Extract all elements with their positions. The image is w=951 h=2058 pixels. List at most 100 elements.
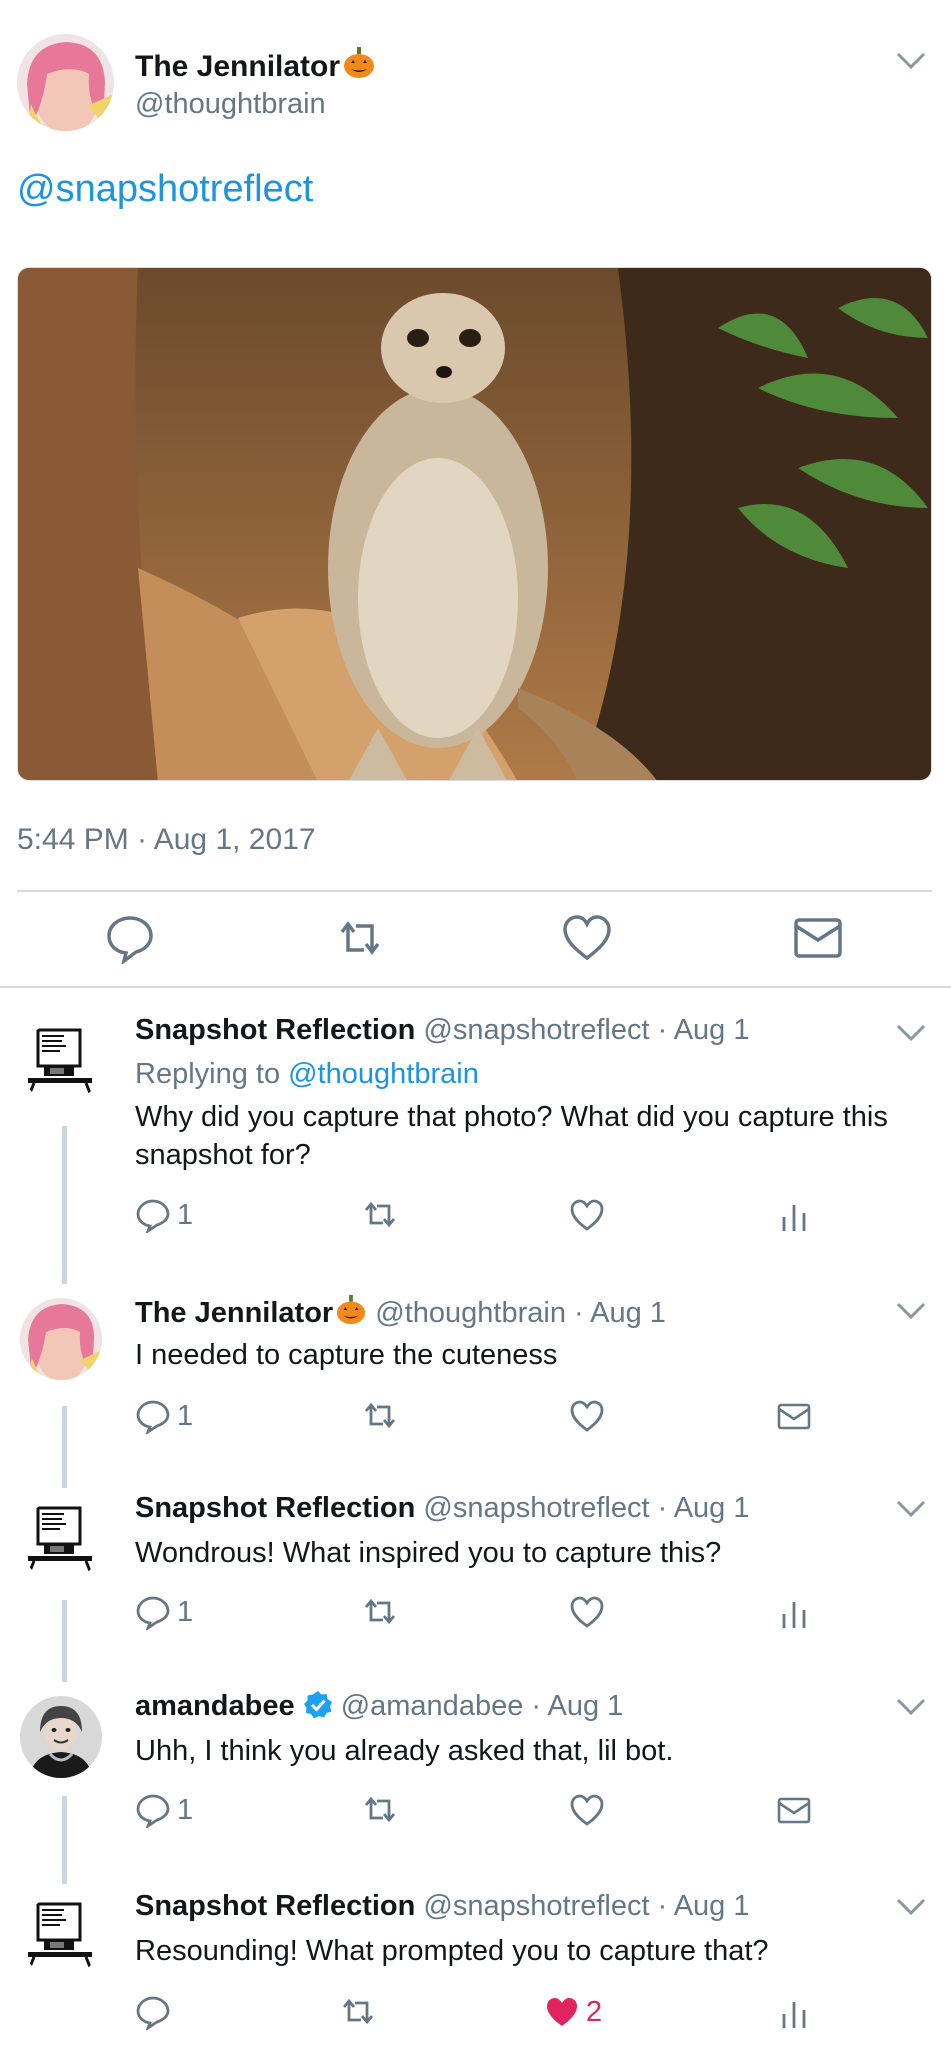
retweet-icon (364, 1796, 396, 1823)
like-button[interactable]: 2 (544, 1994, 602, 2030)
retweet-button[interactable] (362, 1594, 398, 1630)
dm-button[interactable] (792, 912, 844, 969)
thread-line (62, 1600, 67, 1682)
analytics-icon (782, 2002, 806, 2028)
reply-icon (136, 1199, 170, 1233)
avatar[interactable] (20, 1022, 102, 1104)
reply-button[interactable] (135, 1994, 171, 2030)
reply-icon (136, 1400, 170, 1434)
reply-button[interactable]: 1 (135, 1197, 193, 1233)
analytics-icon (782, 1602, 806, 1628)
analytics-button[interactable] (776, 1197, 812, 1233)
analytics-icon (782, 1205, 806, 1231)
heart-icon (570, 1400, 604, 1432)
envelope-icon (777, 1403, 811, 1430)
reply-count: 1 (177, 1595, 194, 1628)
retweet-button[interactable] (334, 912, 386, 969)
thread-line (62, 1406, 67, 1488)
reply-count: 1 (177, 1793, 194, 1826)
retweet-button[interactable] (362, 1197, 398, 1233)
tweet-timestamp[interactable]: 5:44 PM · Aug 1, 2017 (17, 823, 316, 857)
divider (17, 890, 932, 892)
like-count: 2 (586, 1995, 603, 2028)
avatar[interactable] (20, 1298, 102, 1380)
chevron-down-icon[interactable] (896, 1698, 926, 1721)
author-name[interactable]: Snapshot Reflection (135, 1890, 415, 1922)
reply-count: 1 (177, 1198, 194, 1231)
replying-to: Replying to @thoughtbrain (135, 1058, 479, 1090)
author-name[interactable]: The Jennilator (135, 1297, 333, 1329)
tweet-photo[interactable] (17, 267, 932, 781)
heart-filled-icon (547, 1998, 577, 2026)
chevron-down-icon[interactable] (896, 1500, 926, 1523)
reply-date[interactable]: · Aug 1 (658, 1492, 750, 1524)
heart-icon (563, 915, 611, 961)
retweet-icon (364, 1201, 396, 1228)
reply-icon (136, 1596, 170, 1630)
retweet-button[interactable] (362, 1792, 398, 1828)
reply-header[interactable]: The Jennilator @thoughtbrain · Aug 1 (135, 1294, 666, 1334)
author-handle[interactable]: @thoughtbrain (375, 1297, 566, 1329)
author-handle[interactable]: @thoughtbrain (135, 88, 326, 121)
reply-text: Resounding! What prompted you to capture… (135, 1935, 769, 1967)
reply-header[interactable]: amandabee @amandabee · Aug 1 (135, 1690, 623, 1728)
reply-text: I needed to capture the cuteness (135, 1339, 558, 1371)
author-name[interactable]: amandabee (135, 1690, 295, 1722)
reply-date[interactable]: · Aug 1 (574, 1297, 666, 1329)
reply-date[interactable]: · Aug 1 (531, 1690, 623, 1722)
analytics-button[interactable] (776, 1994, 812, 2030)
reply-text: Uhh, I think you already asked that, lil… (135, 1735, 674, 1767)
verified-badge-icon (303, 1690, 333, 1728)
avatar[interactable] (20, 1896, 102, 1978)
retweet-icon (364, 1598, 396, 1625)
reply-button[interactable] (104, 912, 156, 969)
heart-icon (570, 1596, 604, 1628)
envelope-icon (777, 1797, 811, 1824)
reply-header[interactable]: Snapshot Reflection @snapshotreflect · A… (135, 1492, 750, 1525)
thread-line (62, 1796, 67, 1884)
heart-icon (570, 1794, 604, 1826)
pumpkin-emoji-icon (342, 46, 376, 88)
reply-icon (136, 1794, 170, 1828)
chevron-down-icon[interactable] (896, 1024, 926, 1047)
like-button[interactable] (561, 912, 613, 969)
reply-button[interactable]: 1 (135, 1594, 193, 1630)
retweet-icon (342, 1998, 374, 2025)
like-button[interactable] (569, 1398, 605, 1434)
reply-text: Why did you capture that photo? What did… (135, 1101, 888, 1171)
author-name[interactable]: The Jennilator (135, 46, 376, 88)
reply-button[interactable]: 1 (135, 1792, 193, 1828)
reply-text: Wondrous! What inspired you to capture t… (135, 1537, 722, 1569)
retweet-icon (340, 921, 380, 955)
envelope-icon (794, 918, 842, 958)
chevron-down-icon[interactable] (896, 52, 926, 75)
like-button[interactable] (569, 1594, 605, 1630)
like-button[interactable] (569, 1792, 605, 1828)
chevron-down-icon[interactable] (896, 1898, 926, 1921)
like-button[interactable] (569, 1197, 605, 1233)
pumpkin-emoji-icon (335, 1294, 367, 1334)
retweet-button[interactable] (340, 1994, 376, 2030)
reply-header[interactable]: Snapshot Reflection @snapshotreflect · A… (135, 1014, 750, 1047)
author-handle[interactable]: @snapshotreflect (423, 1492, 649, 1524)
analytics-button[interactable] (776, 1594, 812, 1630)
author-handle[interactable]: @snapshotreflect (423, 1014, 649, 1046)
mention-link[interactable]: @thoughtbrain (288, 1058, 479, 1090)
reply-button[interactable]: 1 (135, 1398, 193, 1434)
author-handle[interactable]: @snapshotreflect (423, 1890, 649, 1922)
retweet-button[interactable] (362, 1398, 398, 1434)
reply-header[interactable]: Snapshot Reflection @snapshotreflect · A… (135, 1890, 750, 1923)
author-name[interactable]: Snapshot Reflection (135, 1492, 415, 1524)
reply-date[interactable]: · Aug 1 (658, 1890, 750, 1922)
avatar[interactable] (17, 34, 114, 131)
tweet-text[interactable]: @snapshotreflect (17, 168, 313, 211)
dm-button[interactable] (776, 1398, 812, 1434)
avatar[interactable] (20, 1500, 102, 1582)
heart-icon (570, 1199, 604, 1231)
author-handle[interactable]: @amandabee (341, 1690, 524, 1722)
chevron-down-icon[interactable] (896, 1302, 926, 1325)
reply-date[interactable]: · Aug 1 (658, 1014, 750, 1046)
author-name[interactable]: Snapshot Reflection (135, 1014, 415, 1046)
avatar[interactable] (20, 1696, 102, 1778)
dm-button[interactable] (776, 1792, 812, 1828)
